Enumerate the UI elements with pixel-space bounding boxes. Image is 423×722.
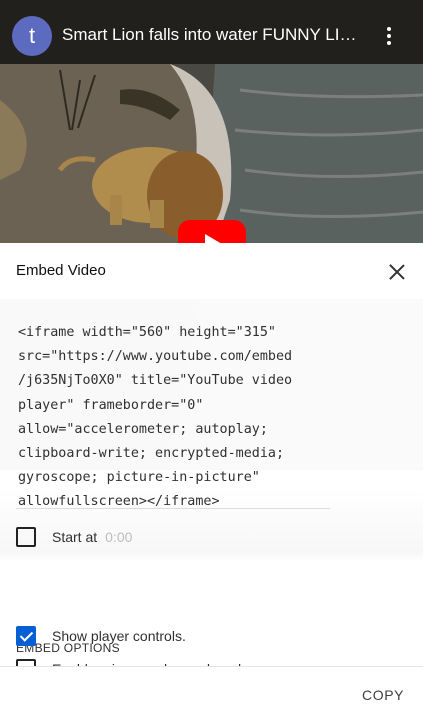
video-title[interactable]: Smart Lion falls into water FUNNY LION V… — [62, 25, 367, 49]
start-at-checkbox[interactable] — [16, 527, 36, 547]
textarea-underline — [16, 508, 330, 509]
more-vert-icon[interactable] — [378, 22, 402, 50]
channel-avatar[interactable]: t — [12, 16, 52, 56]
embed-dialog: <iframe width="560" height="315" src="ht… — [0, 243, 423, 722]
dialog-header: Embed Video — [0, 243, 423, 299]
start-at-time-input[interactable]: 0:00 — [105, 529, 132, 545]
dialog-title: Embed Video — [16, 262, 106, 279]
embed-code-area: <iframe width="560" height="315" src="ht… — [0, 299, 423, 722]
option-label: Show player controls. — [52, 628, 186, 644]
show-player-controls-checkbox[interactable] — [16, 626, 36, 646]
start-at-row[interactable]: Start at 0:00 — [16, 527, 132, 547]
close-icon[interactable] — [386, 261, 408, 283]
option-row-player-controls[interactable]: Show player controls. — [16, 626, 186, 646]
dialog-footer: COPY — [0, 666, 423, 719]
embed-code-textarea[interactable]: <iframe width="560" height="315" src="ht… — [18, 321, 338, 515]
start-at-label: Start at — [52, 529, 98, 545]
copy-button[interactable]: COPY — [362, 687, 404, 703]
